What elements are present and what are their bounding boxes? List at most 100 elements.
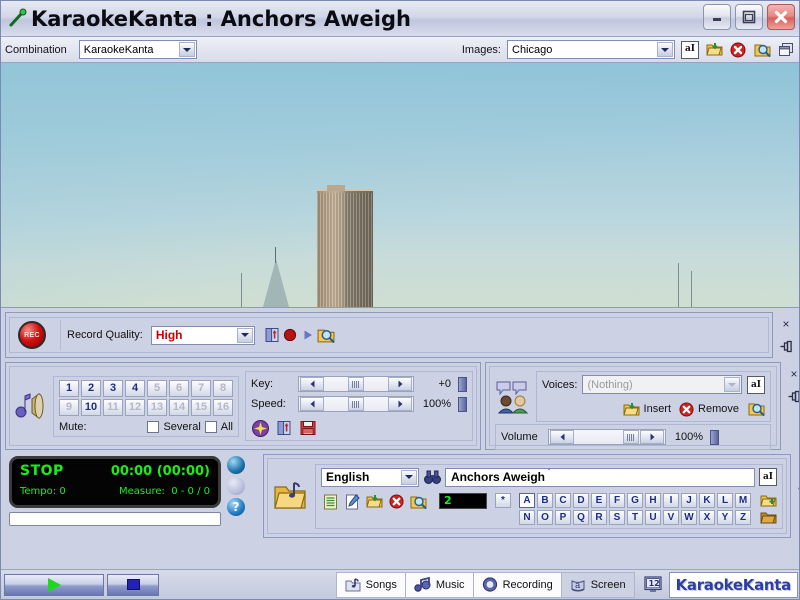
book-settings-icon[interactable] <box>275 419 293 437</box>
chevron-down-icon[interactable] <box>179 42 195 57</box>
track-button-4[interactable]: 4 <box>125 380 145 397</box>
mixer-icon[interactable] <box>251 419 269 437</box>
alpha-button-r[interactable]: R <box>591 510 607 525</box>
volume-slider[interactable] <box>548 429 666 445</box>
open-folder2-icon[interactable] <box>759 510 777 525</box>
alpha-button-k[interactable]: K <box>699 493 715 508</box>
chevron-down-icon[interactable] <box>237 328 253 343</box>
tab-screen[interactable]: a Screen <box>561 572 635 598</box>
delete-icon[interactable] <box>729 41 747 59</box>
alpha-button-t[interactable]: T <box>627 510 643 525</box>
alpha-button-y[interactable]: Y <box>717 510 733 525</box>
track-button-10[interactable]: 10 <box>81 399 101 416</box>
record-dot-icon[interactable] <box>281 326 299 344</box>
minimize-button[interactable] <box>703 4 731 30</box>
alpha-button-x[interactable]: X <box>699 510 715 525</box>
text-overlay-icon[interactable]: aI <box>681 41 699 59</box>
speed-decrease-button[interactable] <box>300 397 324 411</box>
search-preview-icon[interactable] <box>747 400 765 418</box>
track-button-2[interactable]: 2 <box>81 380 101 397</box>
tab-songs[interactable]: Songs <box>336 572 405 598</box>
brand-logo[interactable]: KaraokeKanta <box>669 572 798 598</box>
track-button-5[interactable]: 5 <box>147 380 167 397</box>
edit-note-icon[interactable] <box>343 493 361 511</box>
volume-slider-thumb[interactable] <box>623 430 639 444</box>
alpha-button-e[interactable]: E <box>591 493 607 508</box>
track-button-12[interactable]: 12 <box>125 399 145 416</box>
play-button[interactable] <box>4 574 104 596</box>
key-endcap-icon[interactable] <box>458 377 467 392</box>
alpha-button-m[interactable]: M <box>735 493 751 508</box>
alpha-button-a[interactable]: A <box>519 493 535 508</box>
alpha-button-d[interactable]: D <box>573 493 589 508</box>
search-preview-icon[interactable] <box>753 41 771 59</box>
progress-bar[interactable] <box>9 512 221 526</box>
close-button[interactable] <box>767 4 795 30</box>
volume-endcap-icon[interactable] <box>710 430 719 445</box>
speed-slider-thumb[interactable] <box>348 397 364 411</box>
key-increase-button[interactable] <box>388 377 412 391</box>
track-button-16[interactable]: 16 <box>213 399 233 416</box>
volume-decrease-button[interactable] <box>550 430 574 444</box>
alpha-button-u[interactable]: U <box>645 510 661 525</box>
help-icon[interactable]: ? <box>227 498 245 516</box>
speed-increase-button[interactable] <box>388 397 412 411</box>
monitor-icon[interactable]: 12 <box>644 576 662 594</box>
volume-increase-button[interactable] <box>640 430 664 444</box>
windows-cascade-icon[interactable] <box>777 41 795 59</box>
alpha-button-w[interactable]: W <box>681 510 697 525</box>
insert-voice-button[interactable]: Insert <box>623 402 672 417</box>
tab-recording[interactable]: Recording <box>473 572 561 598</box>
play-triangle-icon[interactable] <box>299 326 317 344</box>
track-button-1[interactable]: 1 <box>59 380 79 397</box>
key-decrease-button[interactable] <box>300 377 324 391</box>
alpha-button-z[interactable]: Z <box>735 510 751 525</box>
delete-icon[interactable] <box>387 493 405 511</box>
image-viewport[interactable] <box>1 63 799 308</box>
globe-icon[interactable] <box>227 456 245 474</box>
alpha-button-f[interactable]: F <box>609 493 625 508</box>
pin-icon[interactable] <box>780 340 793 353</box>
track-button-13[interactable]: 13 <box>147 399 167 416</box>
combination-select[interactable]: KaraokeKanta <box>79 40 197 59</box>
open-folder-icon[interactable] <box>365 493 383 511</box>
track-button-15[interactable]: 15 <box>191 399 211 416</box>
text-overlay-icon[interactable]: aI <box>759 468 777 486</box>
search-preview-icon[interactable] <box>409 493 427 511</box>
tab-music[interactable]: Music <box>405 572 473 598</box>
list-icon[interactable] <box>321 493 339 511</box>
close-icon[interactable]: × <box>782 318 789 330</box>
wildcard-button[interactable]: * <box>495 493 511 508</box>
track-button-8[interactable]: 8 <box>213 380 233 397</box>
track-button-3[interactable]: 3 <box>103 380 123 397</box>
voices-select[interactable]: (Nothing) <box>582 375 742 394</box>
key-slider[interactable] <box>298 376 414 392</box>
alpha-button-c[interactable]: C <box>555 493 571 508</box>
track-button-6[interactable]: 6 <box>169 380 189 397</box>
text-overlay-icon[interactable]: aI <box>747 376 765 394</box>
pin-icon[interactable] <box>788 390 800 403</box>
alpha-button-g[interactable]: G <box>627 493 643 508</box>
remove-voice-button[interactable]: Remove <box>679 402 739 417</box>
alpha-button-q[interactable]: Q <box>573 510 589 525</box>
alpha-button-j[interactable]: J <box>681 493 697 508</box>
open-folder-icon[interactable] <box>705 41 723 59</box>
record-quality-select[interactable]: High <box>151 326 255 345</box>
alpha-button-l[interactable]: L <box>717 493 733 508</box>
alpha-button-p[interactable]: P <box>555 510 571 525</box>
track-button-14[interactable]: 14 <box>169 399 189 416</box>
alpha-button-b[interactable]: B <box>537 493 553 508</box>
maximize-button[interactable] <box>735 4 763 30</box>
mute-several-checkbox[interactable] <box>147 421 159 433</box>
alpha-button-h[interactable]: H <box>645 493 661 508</box>
images-select[interactable]: Chicago <box>507 40 675 59</box>
book-settings-icon[interactable] <box>263 326 281 344</box>
binoculars-icon[interactable] <box>423 468 441 486</box>
chevron-down-icon[interactable] <box>545 470 553 484</box>
gear-icon[interactable] <box>227 477 245 495</box>
track-button-11[interactable]: 11 <box>103 399 123 416</box>
alpha-button-o[interactable]: O <box>537 510 553 525</box>
chevron-down-icon[interactable] <box>657 42 673 57</box>
alpha-button-s[interactable]: S <box>609 510 625 525</box>
alpha-button-n[interactable]: N <box>519 510 535 525</box>
